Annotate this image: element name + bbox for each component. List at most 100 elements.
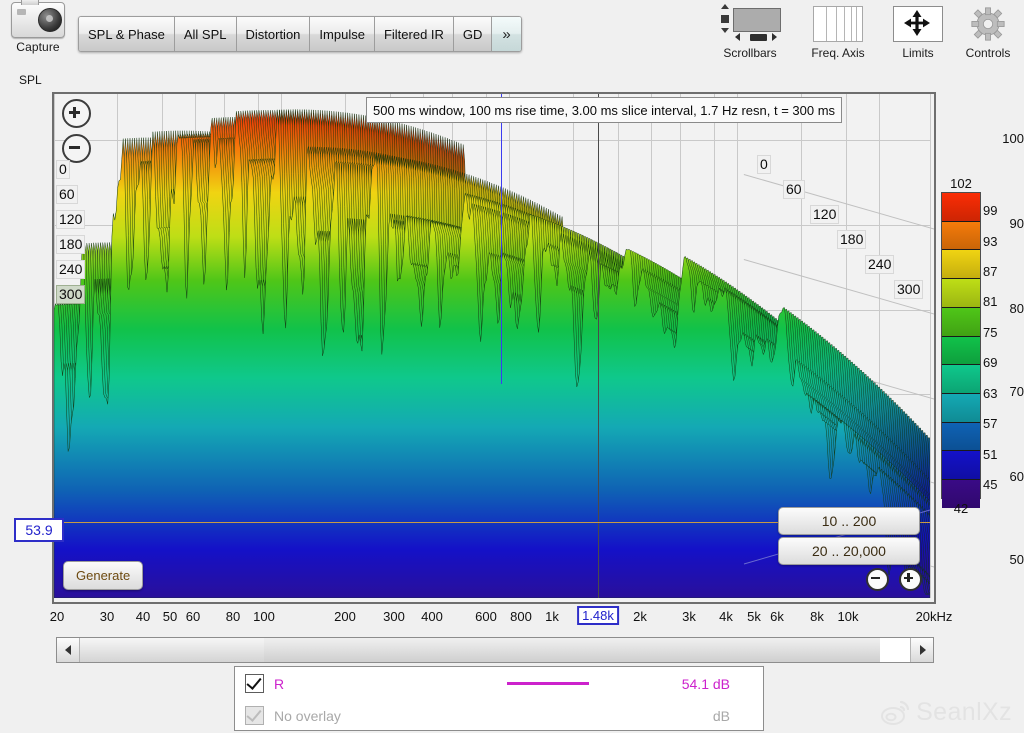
freq-axis-button[interactable]: Freq. Axis xyxy=(800,3,876,60)
x-tick-200: 200 xyxy=(334,609,356,624)
scrollbar-rest xyxy=(264,638,880,662)
color-tick-69: 69 xyxy=(983,355,997,370)
x-tick-50: 50 xyxy=(163,609,177,624)
color-scale-min-label: 42 xyxy=(938,501,984,516)
tab-bar: SPL & Phase All SPL Distortion Impulse F… xyxy=(78,16,522,52)
time-label-right-60: 60 xyxy=(783,180,805,199)
x-tick-1k: 1k xyxy=(545,609,559,624)
x-tick-10k: 10k xyxy=(838,609,859,624)
legend-panel: R 54.1 dB No overlay dB xyxy=(234,666,764,731)
generate-button[interactable]: Generate xyxy=(63,561,143,590)
cursor-line-blue xyxy=(501,94,502,384)
time-label-left-300: 300 xyxy=(56,285,85,304)
tab-distortion[interactable]: Distortion xyxy=(237,17,311,51)
x-tick-2k: 2k xyxy=(633,609,647,624)
color-band-4 xyxy=(942,308,980,337)
scroll-left-button[interactable] xyxy=(57,638,80,662)
plot-zoom-in-icon[interactable] xyxy=(899,568,922,591)
y-tick-50: 50 xyxy=(990,552,1024,567)
limits-button[interactable]: Limits xyxy=(880,3,956,60)
y-axis-title: SPL xyxy=(19,73,42,87)
watermark: SeanlXz xyxy=(881,698,1012,727)
x-tick-5k: 5k xyxy=(747,609,761,624)
color-band-0 xyxy=(942,193,980,222)
x-tick-4k: 4k xyxy=(719,609,733,624)
time-label-left-120: 120 xyxy=(56,210,85,229)
controls-label: Controls xyxy=(966,46,1011,60)
color-band-7 xyxy=(942,394,980,423)
scrollbars-button[interactable]: Scrollbars xyxy=(712,3,788,60)
plot-zoom-out-icon[interactable] xyxy=(866,568,889,591)
x-tick-600: 600 xyxy=(475,609,497,624)
color-tick-57: 57 xyxy=(983,416,997,431)
color-band-1 xyxy=(942,222,980,251)
camera-flash xyxy=(17,9,26,15)
color-band-8 xyxy=(942,423,980,452)
x-tick-300: 300 xyxy=(383,609,405,624)
freq-axis-icon xyxy=(813,3,863,45)
color-tick-99: 99 xyxy=(983,203,997,218)
plot-info-box: 500 ms window, 100 ms rise time, 3.00 ms… xyxy=(366,97,842,123)
x-tick-6k: 6k xyxy=(770,609,784,624)
tab-gd[interactable]: GD xyxy=(454,17,493,51)
color-scale-max-label: 102 xyxy=(938,176,984,191)
y-tick-90: 90 xyxy=(990,216,1024,231)
tab-overflow-button[interactable]: » xyxy=(492,17,520,51)
tab-impulse[interactable]: Impulse xyxy=(310,17,375,51)
legend-value-r: 54.1 dB xyxy=(635,676,730,692)
color-band-6 xyxy=(942,365,980,394)
waterfall-plot[interactable]: 500 ms window, 100 ms rise time, 3.00 ms… xyxy=(52,92,936,604)
x-tick-8k: 8k xyxy=(810,609,824,624)
legend-line-swatch-r xyxy=(507,682,589,685)
app-window: Capture SPL & Phase All SPL Distortion I… xyxy=(0,0,1024,733)
color-band-3 xyxy=(942,279,980,308)
color-scale xyxy=(941,192,981,499)
scrollbar-thumb[interactable] xyxy=(80,638,265,662)
legend-checkbox-r[interactable] xyxy=(245,674,264,693)
y-tick-100: 100 xyxy=(990,131,1024,146)
color-band-5 xyxy=(942,337,980,366)
tab-spl-phase[interactable]: SPL & Phase xyxy=(79,17,175,51)
camera-icon xyxy=(11,2,65,38)
plot-inner: 500 ms window, 100 ms rise time, 3.00 ms… xyxy=(54,94,930,598)
legend-label-no-overlay: No overlay xyxy=(274,708,341,724)
color-band-9 xyxy=(942,451,980,480)
color-tick-63: 63 xyxy=(983,386,997,401)
time-label-right-0: 0 xyxy=(757,155,771,174)
color-tick-75: 75 xyxy=(983,325,997,340)
range-button-10-200[interactable]: 10 .. 200 xyxy=(778,507,920,535)
color-tick-93: 93 xyxy=(983,234,997,249)
weibo-icon xyxy=(881,700,911,726)
gear-icon xyxy=(971,3,1005,45)
scrollbar-track[interactable] xyxy=(80,638,910,662)
scroll-right-button[interactable] xyxy=(910,638,933,662)
time-label-right-180: 180 xyxy=(837,230,866,249)
tab-all-spl[interactable]: All SPL xyxy=(175,17,237,51)
horizontal-scrollbar[interactable] xyxy=(56,637,934,663)
legend-checkbox-no-overlay xyxy=(245,706,264,725)
time-label-left-240: 240 xyxy=(56,260,85,279)
time-label-right-120: 120 xyxy=(810,205,839,224)
color-band-2 xyxy=(942,250,980,279)
x-tick-800: 800 xyxy=(510,609,532,624)
tab-filtered-ir[interactable]: Filtered IR xyxy=(375,17,454,51)
zoom-in-icon[interactable] xyxy=(62,99,91,128)
range-button-20-20000[interactable]: 20 .. 20,000 xyxy=(778,537,920,565)
x-tick-20: 20 xyxy=(50,609,64,624)
controls-button[interactable]: Controls xyxy=(950,3,1024,60)
x-tick-100: 100 xyxy=(253,609,275,624)
x-tick-30: 30 xyxy=(100,609,114,624)
y-cursor-readout[interactable]: 53.9 xyxy=(14,518,64,542)
limits-icon xyxy=(893,3,943,45)
top-toolbar: Capture SPL & Phase All SPL Distortion I… xyxy=(0,0,1024,70)
capture-button[interactable]: Capture xyxy=(8,2,68,64)
zoom-out-icon[interactable] xyxy=(62,134,91,163)
x-tick-20kHz: 20kHz xyxy=(916,609,953,624)
x-tick-3k: 3k xyxy=(682,609,696,624)
scrollbars-label: Scrollbars xyxy=(723,46,776,60)
time-label-right-300: 300 xyxy=(894,280,923,299)
legend-row-r[interactable]: R 54.1 dB xyxy=(235,668,763,699)
limits-label: Limits xyxy=(902,46,933,60)
x-cursor-readout[interactable]: 1.48k xyxy=(577,606,619,625)
camera-lens xyxy=(38,8,62,32)
